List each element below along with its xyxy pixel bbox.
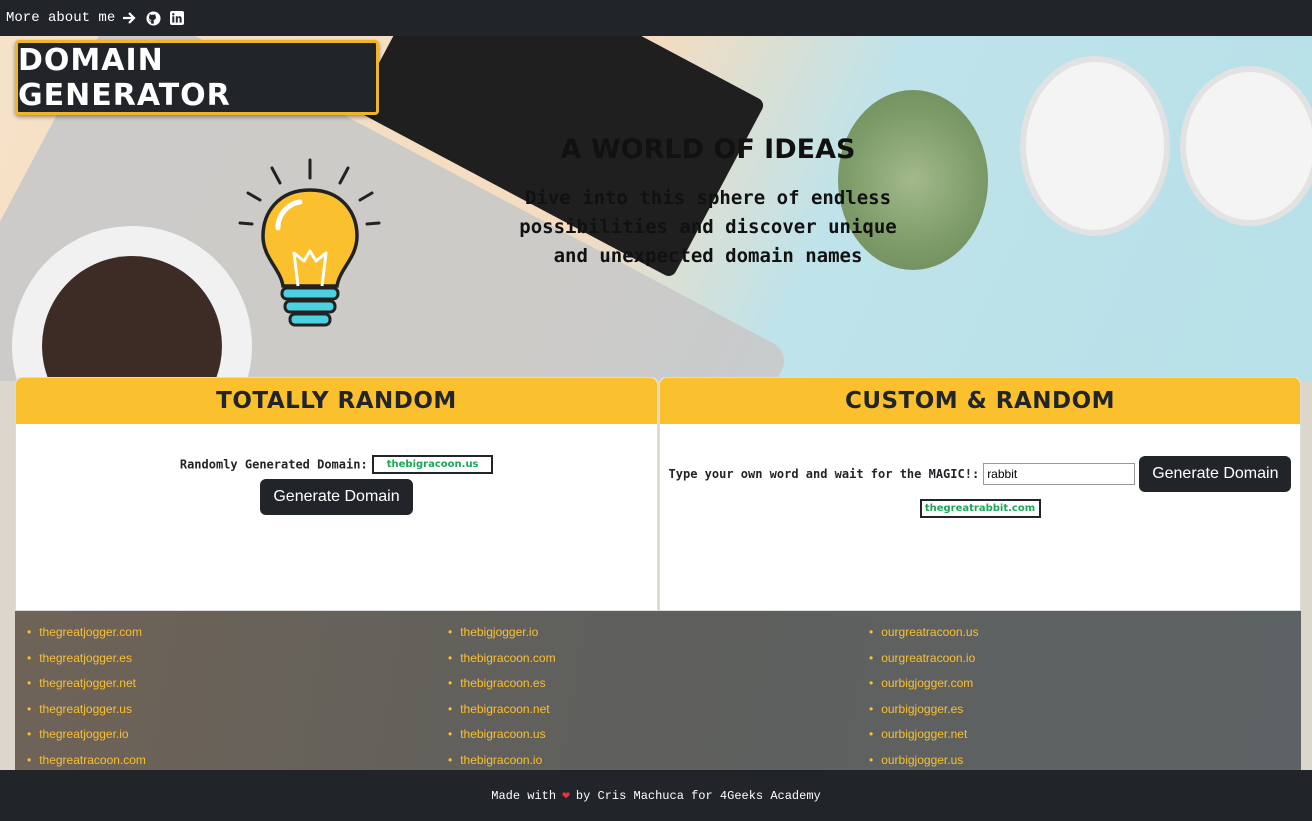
domain-item[interactable]: ourgreatracoon.us bbox=[869, 622, 978, 648]
custom-word-label: Type your own word and wait for the MAGI… bbox=[668, 467, 980, 481]
domain-item[interactable]: thegreatjogger.net bbox=[27, 673, 146, 699]
domain-item[interactable]: thegreatracoon.com bbox=[27, 750, 146, 771]
custom-word-input[interactable] bbox=[983, 463, 1136, 485]
top-navbar: More about me bbox=[0, 0, 1312, 36]
generate-custom-button[interactable]: Generate Domain bbox=[1139, 456, 1292, 492]
domain-item[interactable]: thebigracoon.us bbox=[448, 724, 556, 750]
headphones-image bbox=[1020, 36, 1312, 236]
footer-made-with: Made with bbox=[491, 788, 557, 803]
domain-column-2: thebigjogger.io thebigracoon.com thebigr… bbox=[448, 622, 556, 771]
brand-title: Domain Generator bbox=[15, 40, 379, 115]
lightbulb-icon bbox=[238, 158, 383, 343]
random-result-row: Randomly Generated Domain: thebigracoon.… bbox=[16, 455, 657, 474]
github-icon[interactable] bbox=[145, 10, 161, 26]
domain-item[interactable]: ourbigjogger.us bbox=[869, 750, 979, 771]
custom-random-card: Custom & Random Type your own word and w… bbox=[659, 377, 1301, 611]
domain-item[interactable]: ourbigjogger.net bbox=[869, 724, 979, 750]
domain-item[interactable]: thebigracoon.es bbox=[448, 673, 556, 699]
hero-subtitle: Dive into this sphere of endless possibi… bbox=[519, 187, 897, 267]
random-result-label: Randomly Generated Domain: bbox=[179, 457, 368, 472]
domain-column-1: thegreatjogger.com thegreatjogger.es the… bbox=[27, 622, 146, 770]
totally-random-card: Totally Random Randomly Generated Domain… bbox=[15, 377, 658, 611]
footer-credit: by Cris Machuca for 4Geeks Academy bbox=[575, 788, 821, 803]
about-label: More about me bbox=[6, 10, 116, 26]
totally-random-title: Totally Random bbox=[16, 378, 657, 424]
generate-random-button[interactable]: Generate Domain bbox=[260, 479, 413, 515]
domain-item[interactable]: thebigracoon.net bbox=[448, 699, 556, 725]
heart-icon: ❤ bbox=[562, 788, 570, 803]
domain-item[interactable]: thegreatjogger.es bbox=[27, 648, 146, 674]
arrow-right-icon bbox=[121, 10, 137, 26]
domain-item[interactable]: thegreatjogger.com bbox=[27, 622, 146, 648]
domain-item[interactable]: thebigracoon.com bbox=[448, 648, 555, 674]
linkedin-icon[interactable] bbox=[169, 10, 185, 26]
footer: Made with ❤ by Cris Machuca for 4Geeks A… bbox=[0, 770, 1312, 821]
random-result-value: thebigracoon.us bbox=[372, 455, 494, 474]
custom-input-row: Type your own word and wait for the MAGI… bbox=[660, 456, 1300, 492]
domain-item[interactable]: ourgreatracoon.io bbox=[869, 648, 979, 674]
domain-column-3: ourgreatracoon.us ourgreatracoon.io ourb… bbox=[869, 622, 979, 771]
about-link[interactable]: More about me bbox=[6, 10, 137, 26]
domain-item[interactable]: ourbigjogger.com bbox=[869, 673, 979, 699]
domain-item[interactable]: thegreatjogger.io bbox=[27, 724, 146, 750]
hero-title: A world of ideas bbox=[560, 134, 856, 165]
domain-item[interactable]: thebigjogger.io bbox=[448, 622, 556, 648]
custom-result-value: thegreatrabbit.com bbox=[919, 499, 1041, 518]
domain-item[interactable]: thegreatjogger.us bbox=[27, 699, 146, 725]
domain-list-panel: thegreatjogger.com thegreatjogger.es the… bbox=[15, 611, 1301, 770]
domain-item[interactable]: ourbigjogger.es bbox=[869, 699, 979, 725]
domain-item[interactable]: thebigracoon.io bbox=[448, 750, 556, 771]
custom-random-title: Custom & Random bbox=[660, 378, 1300, 424]
